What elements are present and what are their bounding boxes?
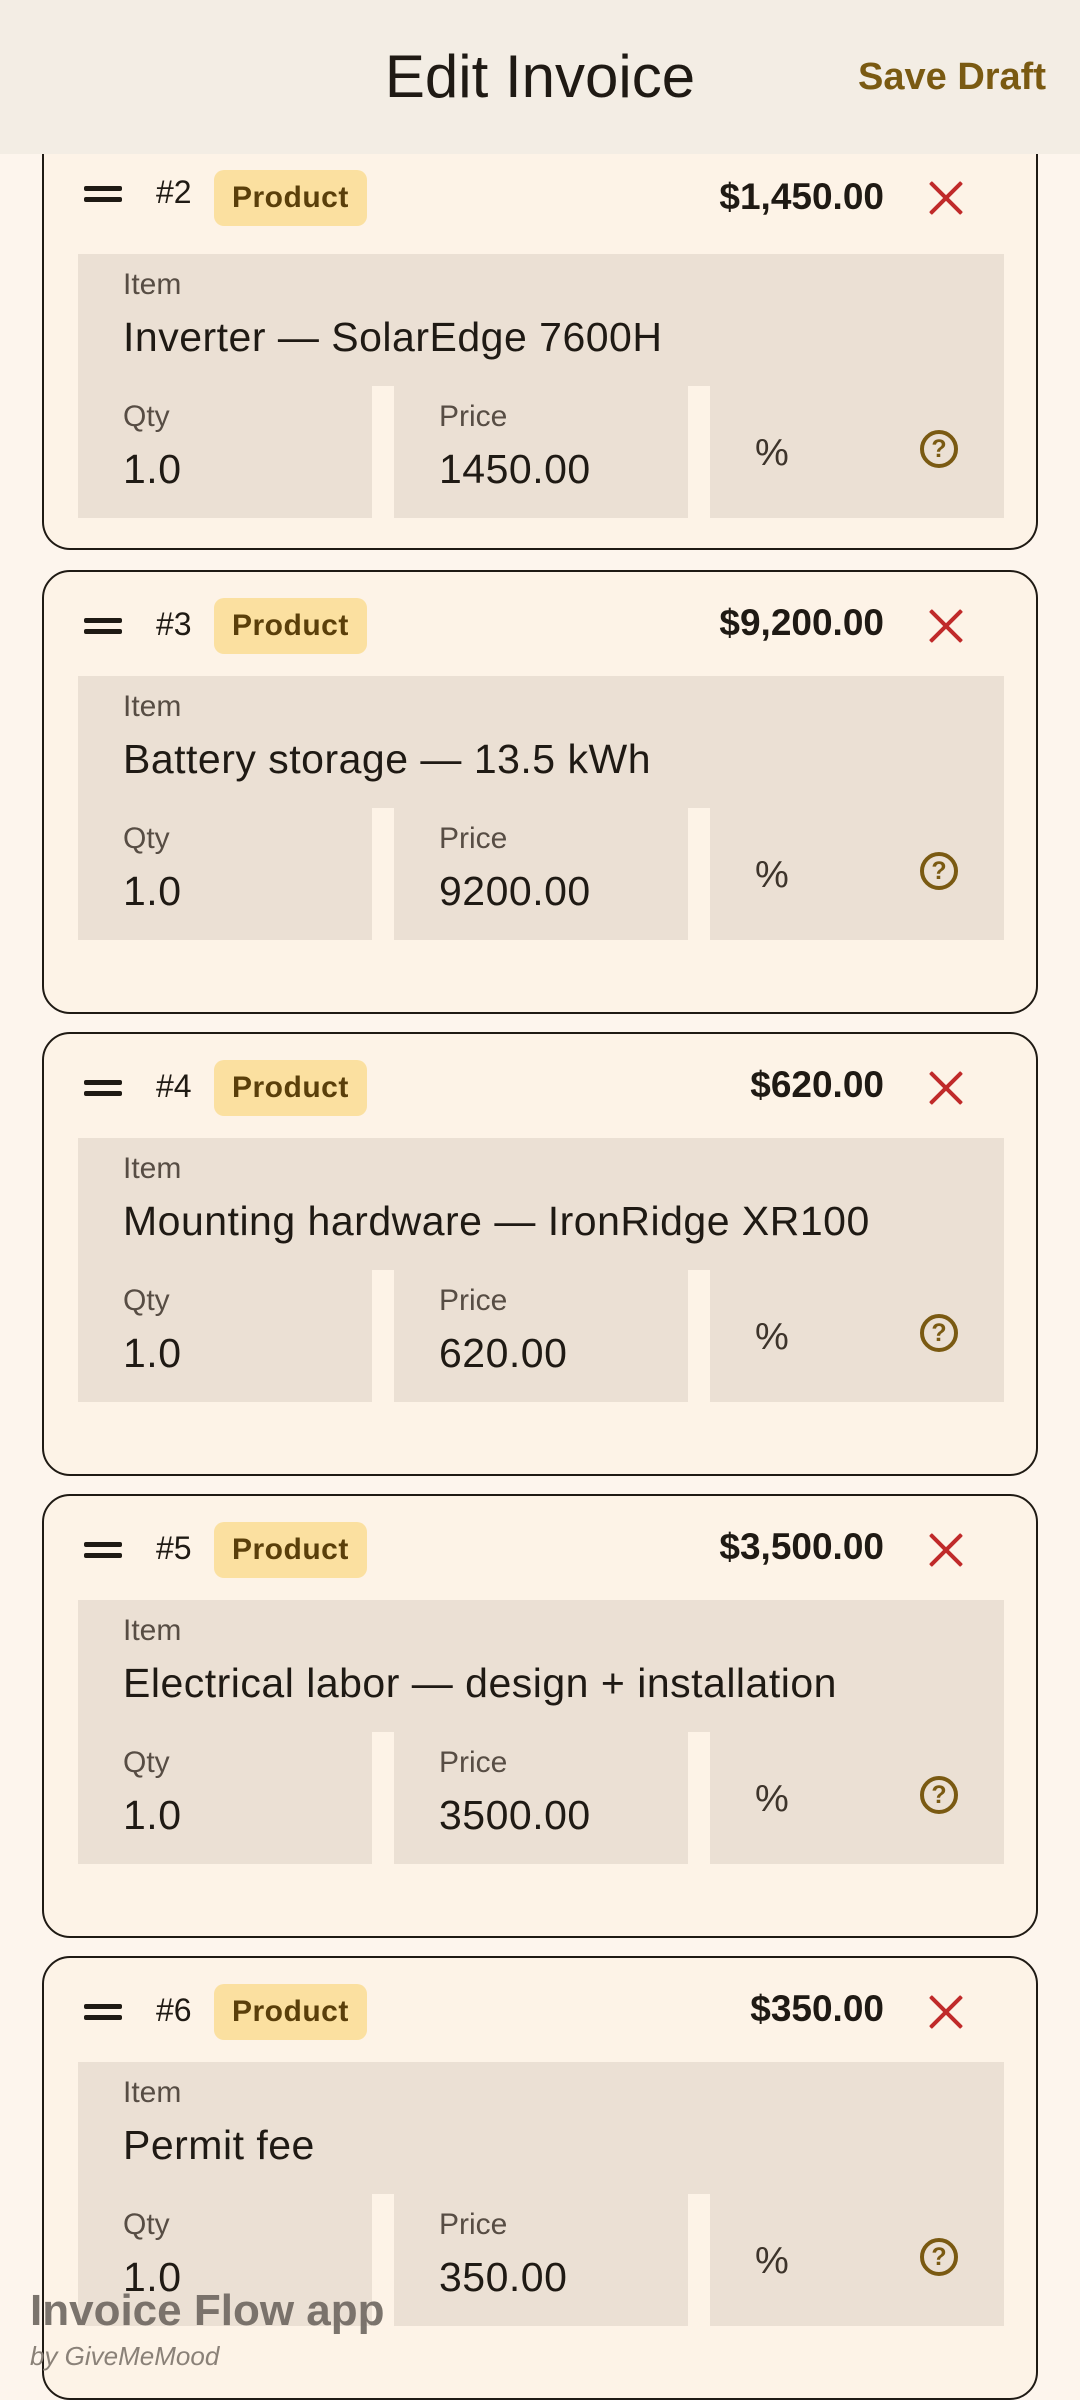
- item-value: Mounting hardware — IronRidge XR100: [123, 1198, 870, 1244]
- line-number: #6: [156, 1992, 192, 2028]
- qty-label: Qty: [123, 400, 170, 433]
- type-badge: Product: [214, 598, 367, 654]
- line-item-card: #5 Product $3,500.00 Item Electrical lab…: [42, 1494, 1038, 1938]
- help-circle-icon[interactable]: ?: [920, 2238, 958, 2276]
- help-circle-icon[interactable]: ?: [920, 430, 958, 468]
- percent-suffix: %: [755, 2240, 789, 2282]
- close-icon[interactable]: [926, 178, 966, 218]
- line-total: $9,200.00: [719, 602, 884, 643]
- line-total: $3,500.00: [719, 1526, 884, 1567]
- price-value: 1450.00: [439, 446, 591, 492]
- type-badge: Product: [214, 1522, 367, 1578]
- percent-suffix: %: [755, 1316, 789, 1358]
- price-value: 350.00: [439, 2254, 568, 2300]
- help-circle-icon[interactable]: ?: [920, 852, 958, 890]
- price-label: Price: [439, 1746, 508, 1779]
- discount-field[interactable]: % ?: [710, 1270, 1004, 1402]
- qty-field[interactable]: Qty 1.0: [78, 386, 372, 518]
- price-field[interactable]: Price 9200.00: [394, 808, 688, 940]
- item-label: Item: [123, 1152, 182, 1185]
- price-field[interactable]: Price 350.00: [394, 2194, 688, 2326]
- qty-value: 1.0: [123, 1792, 182, 1838]
- item-field[interactable]: Item Electrical labor — design + install…: [78, 1600, 1004, 1732]
- price-field[interactable]: Price 3500.00: [394, 1732, 688, 1864]
- qty-label: Qty: [123, 822, 170, 855]
- qty-field[interactable]: Qty 1.0: [78, 1270, 372, 1402]
- price-field[interactable]: Price 1450.00: [394, 386, 688, 518]
- qty-value: 1.0: [123, 446, 182, 492]
- price-value: 3500.00: [439, 1792, 591, 1838]
- price-label: Price: [439, 2208, 508, 2241]
- watermark-subtitle: by GiveMeMood: [30, 2341, 220, 2371]
- item-field[interactable]: Item Inverter — SolarEdge 7600H: [78, 254, 1004, 386]
- save-draft-button[interactable]: Save Draft: [858, 56, 1046, 99]
- line-item-card: #3 Product $9,200.00 Item Battery storag…: [42, 570, 1038, 1014]
- qty-label: Qty: [123, 1746, 170, 1779]
- type-badge: Product: [214, 170, 367, 226]
- item-label: Item: [123, 1614, 182, 1647]
- watermark-title: Invoice Flow app: [30, 2286, 385, 2335]
- item-value: Electrical labor — design + installation: [123, 1660, 837, 1706]
- qty-value: 1.0: [123, 1330, 182, 1376]
- qty-field[interactable]: Qty 1.0: [78, 808, 372, 940]
- close-icon[interactable]: [926, 1992, 966, 2032]
- discount-field[interactable]: % ?: [710, 386, 1004, 518]
- percent-suffix: %: [755, 1778, 789, 1820]
- type-badge: Product: [214, 1984, 367, 2040]
- type-badge: Product: [214, 1060, 367, 1116]
- help-circle-icon[interactable]: ?: [920, 1314, 958, 1352]
- item-value: Permit fee: [123, 2122, 315, 2168]
- price-value: 620.00: [439, 1330, 568, 1376]
- item-field[interactable]: Item Permit fee: [78, 2062, 1004, 2194]
- item-value: Inverter — SolarEdge 7600H: [123, 314, 663, 360]
- help-circle-icon[interactable]: ?: [920, 1776, 958, 1814]
- line-total: $350.00: [750, 1988, 884, 2029]
- item-label: Item: [123, 2076, 182, 2109]
- drag-handle-icon[interactable]: [84, 2002, 122, 2022]
- drag-handle-icon[interactable]: [84, 1078, 122, 1098]
- close-icon[interactable]: [926, 606, 966, 646]
- item-value: Battery storage — 13.5 kWh: [123, 736, 652, 782]
- item-label: Item: [123, 268, 182, 301]
- price-label: Price: [439, 400, 508, 433]
- line-item-list[interactable]: #2 Product $1,450.00 Item Inverter — Sol…: [0, 0, 1080, 2400]
- drag-handle-icon[interactable]: [84, 1540, 122, 1560]
- line-number: #4: [156, 1068, 192, 1104]
- item-field[interactable]: Item Battery storage — 13.5 kWh: [78, 676, 1004, 808]
- percent-suffix: %: [755, 432, 789, 474]
- line-total: $620.00: [750, 1064, 884, 1105]
- qty-label: Qty: [123, 1284, 170, 1317]
- discount-field[interactable]: % ?: [710, 2194, 1004, 2326]
- price-field[interactable]: Price 620.00: [394, 1270, 688, 1402]
- line-number: #3: [156, 606, 192, 642]
- percent-suffix: %: [755, 854, 789, 896]
- discount-field[interactable]: % ?: [710, 1732, 1004, 1864]
- item-label: Item: [123, 690, 182, 723]
- line-item-card: #2 Product $1,450.00 Item Inverter — Sol…: [42, 110, 1038, 550]
- close-icon[interactable]: [926, 1068, 966, 1108]
- price-value: 9200.00: [439, 868, 591, 914]
- app-bar: Edit Invoice Save Draft: [0, 0, 1080, 154]
- qty-label: Qty: [123, 2208, 170, 2241]
- line-item-card: #4 Product $620.00 Item Mounting hardwar…: [42, 1032, 1038, 1476]
- price-label: Price: [439, 822, 508, 855]
- price-label: Price: [439, 1284, 508, 1317]
- qty-value: 1.0: [123, 868, 182, 914]
- line-number: #5: [156, 1530, 192, 1566]
- discount-field[interactable]: % ?: [710, 808, 1004, 940]
- item-field[interactable]: Item Mounting hardware — IronRidge XR100: [78, 1138, 1004, 1270]
- drag-handle-icon[interactable]: [84, 184, 122, 204]
- line-number: #2: [156, 174, 192, 210]
- line-total: $1,450.00: [719, 176, 884, 217]
- watermark: Invoice Flow app: [30, 2286, 385, 2336]
- qty-field[interactable]: Qty 1.0: [78, 1732, 372, 1864]
- drag-handle-icon[interactable]: [84, 616, 122, 636]
- close-icon[interactable]: [926, 1530, 966, 1570]
